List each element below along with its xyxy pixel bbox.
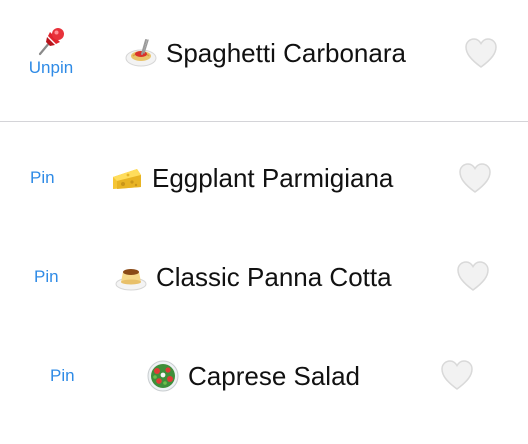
recipe-title-row: Eggplant Parmigiana [110, 161, 393, 195]
list-item: Pin Caprese Salad [0, 346, 528, 406]
pushpin-icon [34, 24, 68, 58]
spaghetti-icon [124, 36, 158, 70]
cheese-icon [110, 161, 144, 195]
favorite-heart-icon[interactable] [458, 162, 492, 194]
unpin-button[interactable]: Unpin [20, 24, 82, 78]
unpin-label: Unpin [28, 58, 74, 77]
recipe-title-row: Classic Panna Cotta [114, 260, 392, 294]
recipe-title: Classic Panna Cotta [156, 261, 392, 292]
recipe-list-screen: Unpin Spaghetti Carbonara Pin Eggplant P… [0, 0, 528, 444]
list-item: Pin Classic Panna Cotta [0, 248, 528, 308]
section-divider [0, 121, 528, 122]
pin-button[interactable]: Pin [30, 168, 55, 188]
pinned-section: Unpin Spaghetti Carbonara [0, 0, 528, 121]
recipe-title-row: Spaghetti Carbonara [124, 36, 406, 70]
salad-icon [146, 359, 180, 393]
custard-icon [114, 260, 148, 294]
pin-button[interactable]: Pin [50, 366, 75, 386]
pin-button[interactable]: Pin [34, 267, 59, 287]
recipe-title: Eggplant Parmigiana [152, 162, 394, 193]
recipe-title: Spaghetti Carbonara [166, 37, 406, 68]
recipe-title-row: Caprese Salad [146, 359, 360, 393]
list-item: Pin Eggplant Parmigiana [0, 150, 528, 210]
favorite-heart-icon[interactable] [464, 37, 498, 69]
favorite-heart-icon[interactable] [440, 359, 474, 391]
favorite-heart-icon[interactable] [456, 260, 490, 292]
recipe-title: Caprese Salad [188, 360, 360, 391]
